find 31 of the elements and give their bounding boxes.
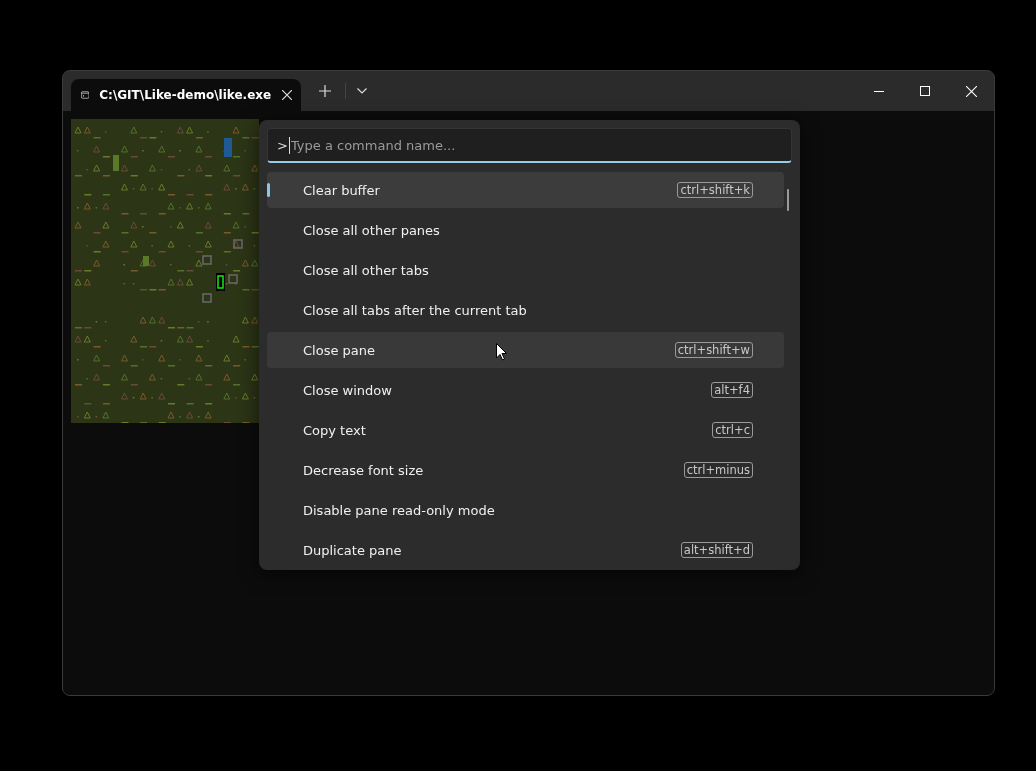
command-item[interactable]: Copy text ctrl+c [267, 412, 784, 448]
command-item[interactable]: Disable pane read-only mode [267, 492, 784, 528]
command-item[interactable]: Close pane ctrl+shift+w [267, 332, 784, 368]
shortcut-key: alt+shift+d [680, 542, 753, 558]
close-icon [282, 90, 293, 100]
command-search-field[interactable]: > Type a command name... [267, 128, 792, 163]
maximize-icon [920, 86, 930, 96]
console-icon [81, 89, 90, 101]
command-input[interactable]: Type a command name... [288, 136, 791, 154]
minimize-icon [874, 90, 884, 92]
command-item[interactable]: Clear buffer ctrl+shift+k [267, 172, 784, 208]
shortcut-key: ctrl+shift+w [674, 342, 753, 358]
terminal-tab[interactable]: C:\GIT\Like-demo\like.exe [71, 79, 301, 111]
command-item[interactable]: Duplicate pane alt+shift+d [267, 532, 784, 568]
command-item[interactable]: Decrease font size ctrl+minus [267, 452, 784, 488]
chevron-down-icon [357, 88, 367, 94]
scrollbar-thumb[interactable] [787, 189, 789, 211]
prompt-prefix: > [277, 137, 288, 153]
command-item[interactable]: Close all tabs after the current tab [267, 292, 784, 328]
shortcut-key: ctrl+c [712, 422, 753, 438]
command-item[interactable]: Close window alt+f4 [267, 372, 784, 408]
selection-indicator [267, 183, 270, 197]
command-item[interactable]: Close all other tabs [267, 252, 784, 288]
tab-title: C:\GIT\Like-demo\like.exe [99, 88, 272, 102]
mouse-pointer-icon [496, 343, 507, 361]
shortcut-key: ctrl+minus [683, 462, 753, 478]
plus-icon [319, 85, 331, 97]
shortcut-key: ctrl+shift+k [677, 182, 753, 198]
close-icon [965, 85, 977, 97]
command-item[interactable]: Close all other panes [267, 212, 784, 248]
shortcut-key: alt+f4 [711, 382, 753, 398]
